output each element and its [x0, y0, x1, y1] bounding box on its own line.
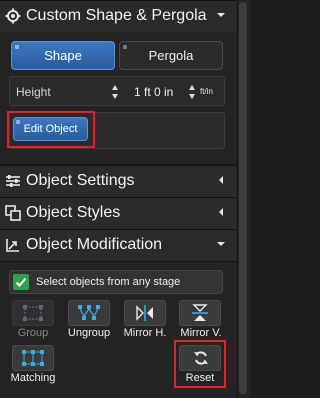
tab-pergola-label: Pergola: [148, 48, 194, 63]
height-value[interactable]: 1 ft 0 in: [134, 85, 173, 99]
ungroup-icon: [78, 305, 100, 320]
tab-shape-label: Shape: [44, 48, 82, 63]
sliders-icon: [6, 175, 20, 187]
object-settings-title: Object Settings: [26, 172, 135, 189]
matching-icon: [22, 350, 44, 366]
mirror-v-label: Mirror V.: [180, 327, 222, 339]
ungroup-button[interactable]: [68, 300, 110, 326]
group-label: Group: [17, 327, 49, 339]
reset-highlight: [174, 340, 226, 388]
object-modification-header[interactable]: Object Modification: [0, 229, 237, 262]
chevron-left-icon: [219, 208, 223, 216]
gear-icon: [5, 8, 21, 24]
chevron-down-icon: [217, 242, 225, 246]
tab-shape[interactable]: Shape: [11, 41, 115, 70]
group-icon: [23, 305, 43, 321]
object-styles-header[interactable]: Object Styles: [0, 197, 237, 230]
matching-button[interactable]: [12, 345, 54, 371]
height-label: Height: [16, 85, 51, 99]
custom-shape-pergola-title: Custom Shape & Pergola: [26, 7, 207, 24]
scrollbar-thumb[interactable]: [239, 2, 247, 394]
tab-indicator: [15, 45, 19, 49]
mirror-vertical-icon: [192, 304, 208, 321]
select-any-stage-toggle[interactable]: Select objects from any stage: [9, 270, 223, 294]
unit-stepper-arrows[interactable]: [188, 83, 196, 101]
object-modification-title: Object Modification: [26, 236, 163, 253]
edit-object-highlight: [7, 111, 95, 148]
tab-indicator: [123, 45, 127, 49]
group-button[interactable]: [12, 300, 54, 326]
object-styles-title: Object Styles: [26, 204, 121, 221]
mirror-h-button[interactable]: [124, 300, 166, 326]
unit-toggle[interactable]: ft/in: [200, 87, 213, 96]
mirror-horizontal-icon: [136, 305, 153, 321]
height-stepper-arrows[interactable]: [111, 83, 119, 101]
object-settings-header[interactable]: Object Settings: [0, 165, 237, 198]
checkbox-checked-icon[interactable]: [13, 274, 29, 290]
ungroup-label: Ungroup: [67, 327, 111, 339]
select-any-stage-label: Select objects from any stage: [36, 276, 181, 288]
mirror-h-label: Mirror H.: [123, 327, 167, 339]
tab-pergola[interactable]: Pergola: [119, 41, 223, 70]
custom-shape-pergola-header[interactable]: Custom Shape & Pergola: [0, 0, 237, 33]
mirror-v-button[interactable]: [179, 300, 221, 326]
resize-icon: [6, 239, 19, 252]
chevron-down-icon: [217, 13, 225, 17]
chevron-left-icon: [219, 176, 223, 184]
styles-icon: [5, 205, 21, 221]
height-row: Height 1 ft 0 in ft/in: [9, 76, 225, 106]
matching-label: Matching: [10, 372, 56, 384]
